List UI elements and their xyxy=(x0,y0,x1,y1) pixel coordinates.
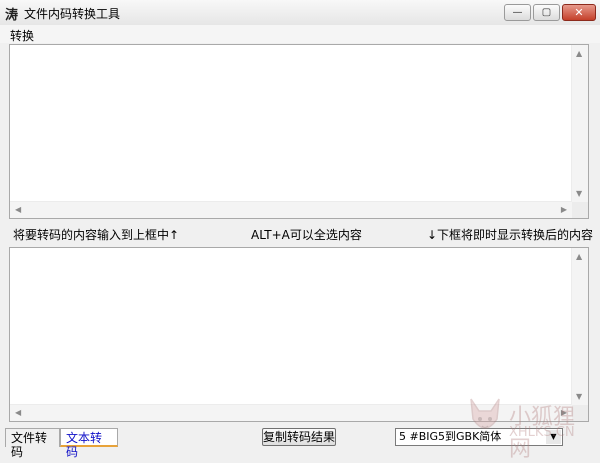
encoding-select[interactable]: 5 #BIG5到GBK简体 ▼ xyxy=(395,428,563,446)
scroll-left-icon[interactable]: ◀ xyxy=(15,206,21,214)
close-button[interactable]: ✕ xyxy=(562,4,596,21)
hint-output: ↓下框将即时显示转换后的内容 xyxy=(427,228,594,242)
scroll-right-icon[interactable]: ▶ xyxy=(561,409,567,417)
encoding-select-value: 5 #BIG5到GBK简体 xyxy=(399,430,502,443)
menu-item-convert[interactable]: 转换 xyxy=(10,27,34,44)
minimize-icon: — xyxy=(512,7,523,18)
window-title: 文件内码转换工具 xyxy=(24,7,121,21)
scroll-down-icon[interactable]: ▼ xyxy=(576,393,582,401)
hint-select-all: ALT+A可以全选内容 xyxy=(251,228,362,242)
input-vertical-scrollbar[interactable]: ▲ ▼ xyxy=(571,45,588,203)
output-horizontal-scrollbar[interactable]: ◀ ▶ xyxy=(10,404,572,421)
output-textarea[interactable]: ▲ ▼ ◀ ▶ xyxy=(9,247,589,422)
hint-input: 将要转码的内容输入到上框中↑ xyxy=(13,228,180,242)
input-textarea[interactable]: ▲ ▼ ◀ ▶ xyxy=(9,44,589,219)
scroll-right-icon[interactable]: ▶ xyxy=(561,206,567,214)
scroll-down-icon[interactable]: ▼ xyxy=(576,190,582,198)
copy-result-button[interactable]: 复制转码结果 xyxy=(262,428,336,446)
dropdown-arrow-icon[interactable]: ▼ xyxy=(546,430,561,444)
scroll-corner xyxy=(572,405,588,421)
scroll-left-icon[interactable]: ◀ xyxy=(15,409,21,417)
tab-text-convert[interactable]: 文本转码 xyxy=(60,428,118,459)
menu-bar: 转换 xyxy=(0,25,600,43)
maximize-button[interactable]: ▢ xyxy=(533,4,560,21)
minimize-button[interactable]: — xyxy=(504,4,531,21)
scroll-up-icon[interactable]: ▲ xyxy=(576,253,582,261)
title-bar: 涛 文件内码转换工具 — ▢ ✕ xyxy=(0,0,600,26)
scroll-corner xyxy=(572,202,588,218)
output-vertical-scrollbar[interactable]: ▲ ▼ xyxy=(571,248,588,406)
tab-file-convert[interactable]: 文件转码 xyxy=(5,428,60,459)
scroll-up-icon[interactable]: ▲ xyxy=(576,50,582,58)
app-icon: 涛 xyxy=(5,8,19,23)
maximize-icon: ▢ xyxy=(541,7,552,18)
close-icon: ✕ xyxy=(574,6,584,19)
input-horizontal-scrollbar[interactable]: ◀ ▶ xyxy=(10,201,572,218)
